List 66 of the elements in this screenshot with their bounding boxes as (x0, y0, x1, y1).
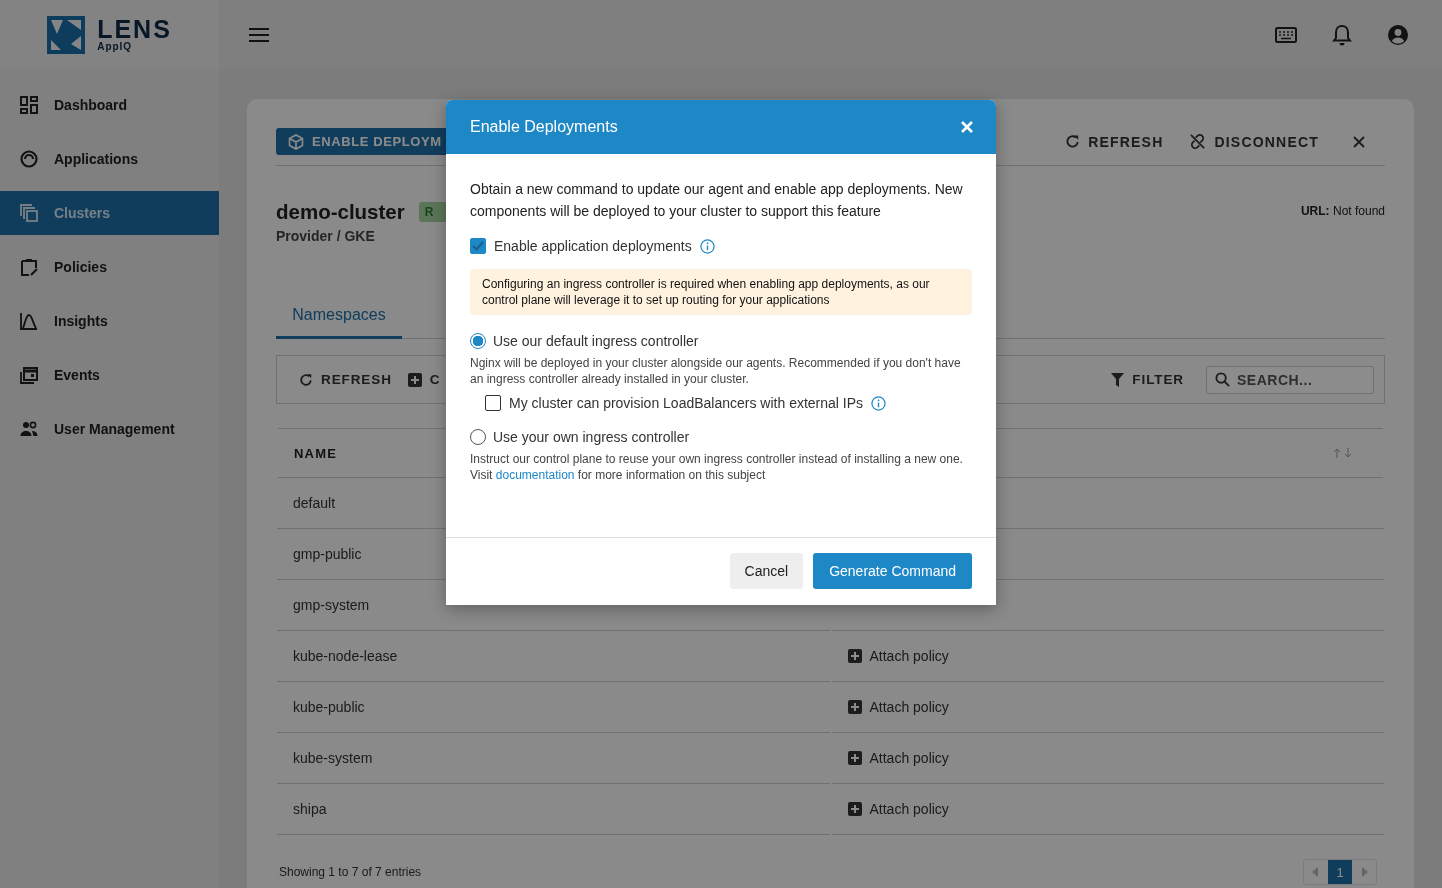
info-icon[interactable] (871, 395, 887, 411)
logo-text: LENS (97, 17, 172, 42)
filter-button[interactable]: FILTER (1111, 372, 1184, 387)
checkbox-label: Enable application deployments (494, 238, 692, 254)
broken-link-icon (1189, 133, 1207, 150)
refresh-icon (1065, 134, 1081, 149)
refresh-button[interactable]: REFRESH (1065, 133, 1164, 150)
provider-label: Provider / GKE (276, 228, 375, 244)
info-icon[interactable] (699, 238, 715, 254)
clipboard-icon (20, 258, 38, 276)
search-field[interactable]: SEARCH... (1206, 365, 1374, 394)
radio-button[interactable] (470, 429, 486, 445)
refresh-icon (299, 372, 313, 387)
account-icon[interactable] (1386, 22, 1410, 47)
plus-icon (847, 649, 862, 663)
plus-icon (407, 372, 422, 387)
plus-icon (847, 751, 862, 765)
logo-subtext: AppIQ (97, 42, 134, 52)
attach-policy-link[interactable]: Attach policy (847, 801, 949, 817)
radio-label: Use our default ingress controller (493, 333, 699, 349)
apps-icon (20, 150, 38, 168)
entries-count: Showing 1 to 7 of 7 entries (279, 865, 422, 879)
dialog-description: Obtain a new command to update our agent and enable app deployments. New components will be deployed to your cluster to support this feature (470, 180, 964, 221)
users-icon (20, 420, 38, 438)
warning-note: Configuring an ingress controller is required when enabling app deployments, as our control plane will leverage it to set up routing for your applications (470, 269, 972, 315)
cancel-button[interactable]: Cancel (729, 553, 804, 589)
radio-button[interactable] (470, 333, 486, 349)
search-icon (1215, 371, 1230, 387)
checkbox-label: My cluster can provision LoadBalancers with external IPs (509, 395, 864, 411)
generate-command-button[interactable]: Generate Command (813, 553, 972, 589)
notification-bell-icon[interactable] (1330, 22, 1354, 47)
calendar-icon (20, 366, 38, 384)
page-button[interactable]: 1 (1328, 860, 1352, 884)
radio-label: Use your own ingress controller (493, 429, 690, 445)
disconnect-button[interactable]: DISCONNECT (1189, 133, 1319, 150)
stacked-squares-icon (20, 204, 38, 222)
checkbox[interactable] (470, 238, 486, 254)
table-cell: kube-system (277, 733, 830, 784)
sidebar-item[interactable]: Events (0, 353, 219, 397)
logo-icon (47, 15, 86, 54)
refresh-button[interactable]: REFRESH (299, 372, 392, 387)
filter-icon (1111, 372, 1125, 387)
attach-policy-link[interactable]: Attach policy (847, 699, 949, 715)
sidebar-item[interactable]: Applications (0, 137, 219, 181)
sidebar-item[interactable]: User Management (0, 407, 219, 451)
table-cell: kube-node-lease (277, 631, 830, 682)
table-cell: shipa (277, 784, 830, 835)
sidebar-item[interactable]: Insights (0, 299, 219, 343)
attach-policy-link[interactable]: Attach policy (847, 750, 949, 766)
option-description: Nginx will be deployed in your cluster alongside our agents. Recommended if you don't have an ingress controller already installed in your cluster. (470, 355, 962, 387)
plus-icon (847, 700, 862, 714)
sidebar-item[interactable]: Policies (0, 245, 219, 289)
checkbox[interactable] (485, 395, 501, 411)
url-label: URL: Not found (1300, 204, 1385, 218)
close-icon[interactable] (960, 120, 974, 134)
chart-icon (20, 312, 38, 330)
sidebar-item[interactable]: Clusters (0, 191, 219, 235)
table-cell: kube-public (277, 682, 830, 733)
plus-icon (847, 802, 862, 816)
cluster-name: demo-cluster (276, 200, 405, 224)
sidebar-item[interactable]: Dashboard (0, 83, 219, 127)
sort-icon[interactable] (1333, 448, 1353, 458)
namespaces-tab[interactable]: Namespaces (276, 296, 402, 339)
cube-icon (288, 133, 304, 150)
dashboard-icon (20, 96, 38, 114)
attach-policy-link[interactable]: Attach policy (847, 648, 949, 664)
